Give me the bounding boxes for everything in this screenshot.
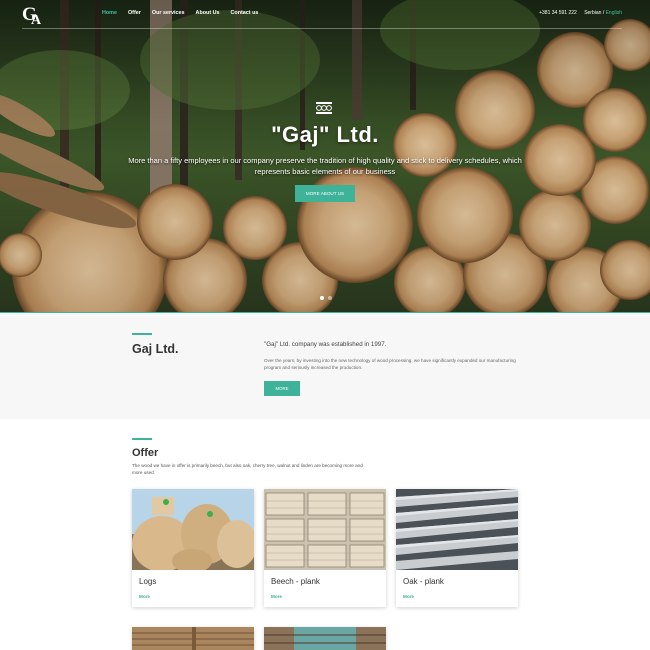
hero-slider: G A Home Offer Our services About Us Con… [0, 0, 650, 312]
nav-item-offer[interactable]: Offer [128, 10, 141, 16]
beech-plank-image [264, 489, 386, 570]
offer-card-more-link[interactable]: More [139, 594, 150, 599]
top-navigation-bar: G A Home Offer Our services About Us Con… [22, 0, 622, 29]
about-title: Gaj Ltd. [132, 342, 179, 356]
offer-description: The wood we have in offer is primarily b… [132, 463, 363, 475]
phone-number[interactable]: +381 34 591 222 [539, 10, 577, 16]
about-section: Gaj Ltd. "Gaj" Ltd. company was establis… [0, 312, 650, 419]
log-stack-icon [316, 102, 332, 114]
section-accent-line [132, 333, 152, 335]
language-english[interactable]: English [606, 10, 622, 16]
slider-dot-1[interactable] [320, 296, 324, 300]
svg-text:A: A [31, 13, 42, 25]
planks-image [132, 627, 254, 650]
about-body: Over the years, by investing into the ne… [264, 358, 516, 370]
nav-item-home[interactable]: Home [102, 10, 117, 16]
section-accent-line [132, 438, 152, 440]
main-menu: Home Offer Our services About Us Contact… [102, 10, 258, 16]
nav-item-contact-us[interactable]: Contact us [231, 10, 259, 16]
offer-card-row2-1[interactable] [132, 627, 254, 650]
lumber-stack-image [264, 627, 386, 650]
hero-subtitle: More than a fifty employees in our compa… [128, 156, 522, 176]
oak-plank-image [396, 489, 518, 570]
company-logo[interactable]: G A [22, 3, 46, 25]
slider-pagination [320, 296, 332, 300]
offer-section: Offer The wood we have in offer is prima… [0, 419, 650, 650]
offer-card-row2-2[interactable] [264, 627, 386, 650]
offer-card-title: Logs [139, 577, 157, 586]
language-serbian[interactable]: Serbian [584, 10, 601, 16]
offer-card-beech-plank[interactable]: Beech - plank More [264, 489, 386, 607]
nav-item-our-services[interactable]: Our services [152, 10, 185, 16]
offer-card-oak-plank[interactable]: Oak - plank More [396, 489, 518, 607]
offer-title: Offer [132, 447, 159, 459]
about-lead: "Gaj" Ltd. company was established in 19… [264, 341, 387, 348]
offer-card-logs[interactable]: Logs More [132, 489, 254, 607]
logs-image [132, 489, 254, 570]
offer-card-title: Oak - plank [403, 577, 444, 586]
offer-card-more-link[interactable]: More [271, 594, 282, 599]
offer-card-more-link[interactable]: More [403, 594, 414, 599]
contact-and-language: +381 34 591 222 Serbian / English [539, 10, 622, 16]
language-separator: / [602, 10, 605, 16]
about-more-button[interactable]: MORE [264, 381, 300, 396]
nav-item-about-us[interactable]: About Us [196, 10, 220, 16]
more-about-us-button[interactable]: MORE ABOUT US [295, 185, 355, 202]
slider-dot-2[interactable] [328, 296, 332, 300]
hero-title: "Gaj" Ltd. [271, 122, 379, 147]
offer-card-title: Beech - plank [271, 577, 320, 586]
